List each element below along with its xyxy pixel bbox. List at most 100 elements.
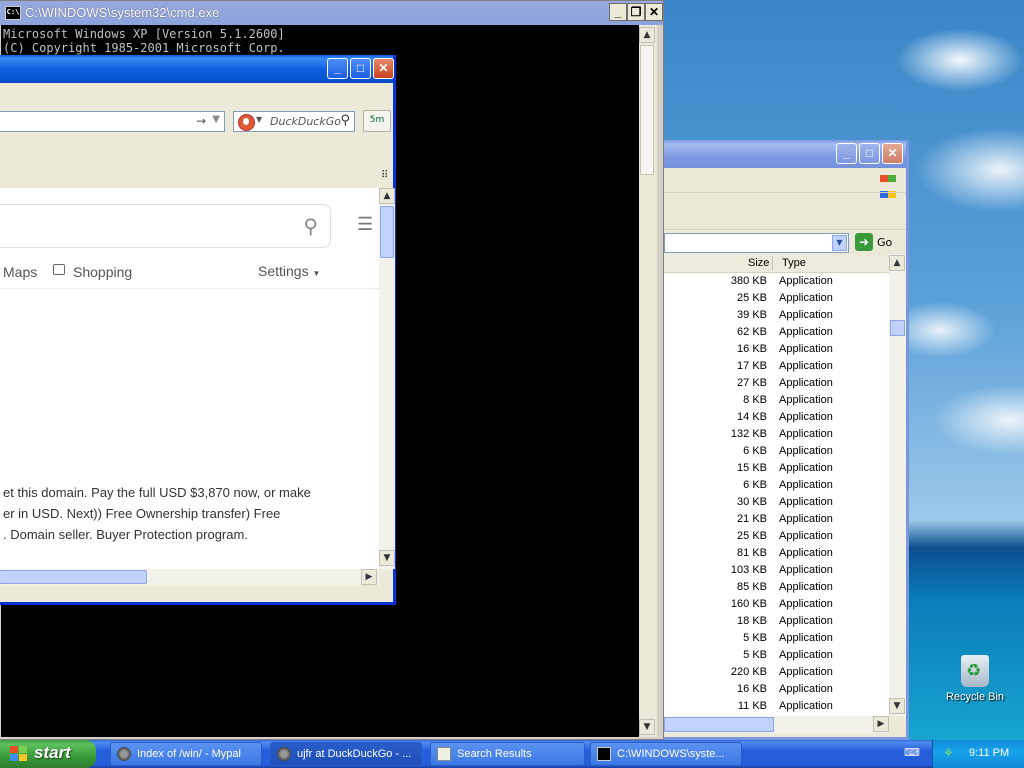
taskbar-task[interactable]: C:\WINDOWS\syste... bbox=[590, 742, 742, 766]
page-vertical-scrollbar[interactable]: ▲ ▼ bbox=[379, 188, 395, 569]
minimize-button[interactable]: _ bbox=[327, 58, 348, 79]
table-row[interactable]: 14 KB Application bbox=[664, 409, 889, 426]
page-search-input[interactable]: ⚲ bbox=[0, 204, 331, 248]
address-field[interactable]: ▼ bbox=[664, 233, 849, 253]
table-row[interactable]: 11 KB Application bbox=[664, 698, 889, 715]
scroll-up-button[interactable]: ▲ bbox=[639, 27, 655, 43]
search-results-window[interactable]: _ □ ✕ ▼ ➜ Go Size Type 380 KB Application… bbox=[664, 140, 909, 740]
scroll-thumb[interactable] bbox=[380, 206, 394, 258]
file-type-cell: Application bbox=[779, 615, 833, 627]
browser-titlebar[interactable]: _ □ ✕ bbox=[0, 55, 394, 83]
magnifier-icon[interactable]: ⚲ bbox=[340, 113, 350, 128]
table-row[interactable]: 81 KB Application bbox=[664, 545, 889, 562]
scroll-right-button[interactable]: ▶ bbox=[873, 716, 889, 732]
url-bar[interactable]: → ▼ bbox=[0, 111, 225, 132]
close-button[interactable]: ✕ bbox=[882, 143, 903, 164]
table-row[interactable]: 18 KB Application bbox=[664, 613, 889, 630]
restore-button[interactable]: ❐ bbox=[627, 3, 645, 21]
explorer-titlebar[interactable]: _ □ ✕ bbox=[664, 140, 906, 168]
search-bar[interactable]: ▼ DuckDuckGo ⚲ bbox=[233, 111, 355, 132]
table-row[interactable]: 39 KB Application bbox=[664, 307, 889, 324]
page-horizontal-scrollbar[interactable]: ▶ bbox=[0, 569, 379, 585]
forward-arrow-icon[interactable]: → bbox=[196, 114, 206, 128]
go-button-label[interactable]: Go bbox=[877, 236, 892, 249]
table-row[interactable]: 160 KB Application bbox=[664, 596, 889, 613]
recycle-bin-icon bbox=[961, 655, 989, 687]
search-engine-placeholder: DuckDuckGo bbox=[270, 115, 341, 128]
scroll-down-button[interactable]: ▼ bbox=[379, 550, 395, 566]
chevron-down-icon[interactable]: ▼ bbox=[212, 114, 220, 125]
table-row[interactable]: 62 KB Application bbox=[664, 324, 889, 341]
table-row[interactable]: 16 KB Application bbox=[664, 341, 889, 358]
scroll-down-button[interactable]: ▼ bbox=[639, 719, 655, 735]
table-row[interactable]: 5 KB Application bbox=[664, 630, 889, 647]
nav-shopping-link[interactable]: Shopping bbox=[73, 264, 132, 280]
scroll-thumb[interactable] bbox=[640, 45, 654, 175]
table-row[interactable]: 6 KB Application bbox=[664, 477, 889, 494]
file-size-cell: 21 KB bbox=[737, 513, 767, 525]
table-row[interactable]: 132 KB Application bbox=[664, 426, 889, 443]
addon-button[interactable]: 5m bbox=[363, 110, 391, 132]
recycle-bin-shortcut[interactable]: Recycle Bin bbox=[940, 655, 1010, 703]
table-row[interactable]: 21 KB Application bbox=[664, 511, 889, 528]
chevron-down-icon[interactable]: ▼ bbox=[832, 235, 847, 251]
scroll-thumb[interactable] bbox=[664, 717, 774, 732]
table-row[interactable]: 85 KB Application bbox=[664, 579, 889, 596]
file-size-cell: 5 KB bbox=[743, 632, 767, 644]
table-row[interactable]: 25 KB Application bbox=[664, 290, 889, 307]
table-row[interactable]: 25 KB Application bbox=[664, 528, 889, 545]
cmd-titlebar[interactable]: C:\ C:\WINDOWS\system32\cmd.exe _ ❐ ✕ bbox=[0, 1, 663, 25]
results-horizontal-scrollbar[interactable]: ▶ bbox=[664, 716, 889, 733]
maximize-icon: ❐ bbox=[630, 5, 642, 19]
file-type-cell: Application bbox=[779, 275, 833, 287]
taskbar-task[interactable]: Search Results bbox=[430, 742, 585, 766]
file-type-cell: Application bbox=[779, 462, 833, 474]
search-icon[interactable]: ⚲ bbox=[303, 214, 318, 239]
scroll-up-button[interactable]: ▲ bbox=[889, 255, 905, 271]
scroll-down-button[interactable]: ▼ bbox=[889, 698, 905, 714]
nav-settings-link[interactable]: Settings ▼ bbox=[258, 263, 320, 279]
web-page[interactable]: ⚲ ☰ Maps Shopping Settings ▼ et this dom… bbox=[0, 188, 379, 569]
table-row[interactable]: 8 KB Application bbox=[664, 392, 889, 409]
scroll-right-button[interactable]: ▶ bbox=[361, 569, 377, 585]
scroll-thumb[interactable] bbox=[0, 570, 147, 584]
table-row[interactable]: 5 KB Application bbox=[664, 647, 889, 664]
go-arrow-icon[interactable]: ➜ bbox=[855, 233, 873, 251]
duckduckgo-icon[interactable] bbox=[238, 114, 255, 131]
maximize-button[interactable]: □ bbox=[350, 58, 371, 79]
table-row[interactable]: 16 KB Application bbox=[664, 681, 889, 698]
scroll-up-button[interactable]: ▲ bbox=[379, 188, 395, 204]
table-row[interactable]: 380 KB Application bbox=[664, 273, 889, 290]
hamburger-menu-icon[interactable]: ☰ bbox=[357, 214, 373, 235]
table-row[interactable]: 220 KB Application bbox=[664, 664, 889, 681]
caret-down-icon[interactable]: ▼ bbox=[256, 115, 262, 124]
close-button[interactable]: ✕ bbox=[645, 3, 663, 21]
results-vertical-scrollbar[interactable]: ▲ ▼ bbox=[889, 254, 906, 716]
taskbar-task[interactable]: Index of /win/ - Mypal bbox=[110, 742, 262, 766]
minimize-button[interactable]: _ bbox=[609, 3, 627, 21]
column-separator[interactable] bbox=[772, 256, 773, 270]
keyboard-icon[interactable]: ⌨ bbox=[904, 746, 920, 759]
network-icon[interactable]: ⚘ bbox=[943, 746, 959, 760]
minimize-button[interactable]: _ bbox=[836, 143, 857, 164]
column-header-size[interactable]: Size bbox=[748, 257, 769, 269]
cmd-vertical-scrollbar[interactable]: ▲ ▼ bbox=[639, 25, 657, 737]
table-row[interactable]: 27 KB Application bbox=[664, 375, 889, 392]
file-type-cell: Application bbox=[779, 411, 833, 423]
nav-maps-link[interactable]: Maps bbox=[3, 264, 37, 280]
table-row[interactable]: 30 KB Application bbox=[664, 494, 889, 511]
file-size-cell: 380 KB bbox=[730, 275, 767, 287]
maximize-button[interactable]: □ bbox=[859, 143, 880, 164]
column-header-type[interactable]: Type bbox=[782, 257, 806, 269]
results-list[interactable]: Size Type 380 KB Application 25 KB Applicat… bbox=[664, 254, 889, 716]
taskbar-task[interactable]: ujfr at DuckDuckGo - ... bbox=[270, 742, 422, 766]
table-row[interactable]: 15 KB Application bbox=[664, 460, 889, 477]
clock[interactable]: 9:11 PM bbox=[969, 747, 1009, 759]
close-button[interactable]: ✕ bbox=[373, 58, 394, 79]
start-button[interactable]: start bbox=[0, 740, 96, 768]
table-row[interactable]: 6 KB Application bbox=[664, 443, 889, 460]
table-row[interactable]: 17 KB Application bbox=[664, 358, 889, 375]
browser-window[interactable]: _ □ ✕ → ▼ ▼ DuckDuckGo ⚲ 5m ⠿ ⚲ ☰ Maps S… bbox=[0, 55, 396, 605]
table-row[interactable]: 103 KB Application bbox=[664, 562, 889, 579]
scroll-thumb[interactable] bbox=[890, 320, 905, 336]
